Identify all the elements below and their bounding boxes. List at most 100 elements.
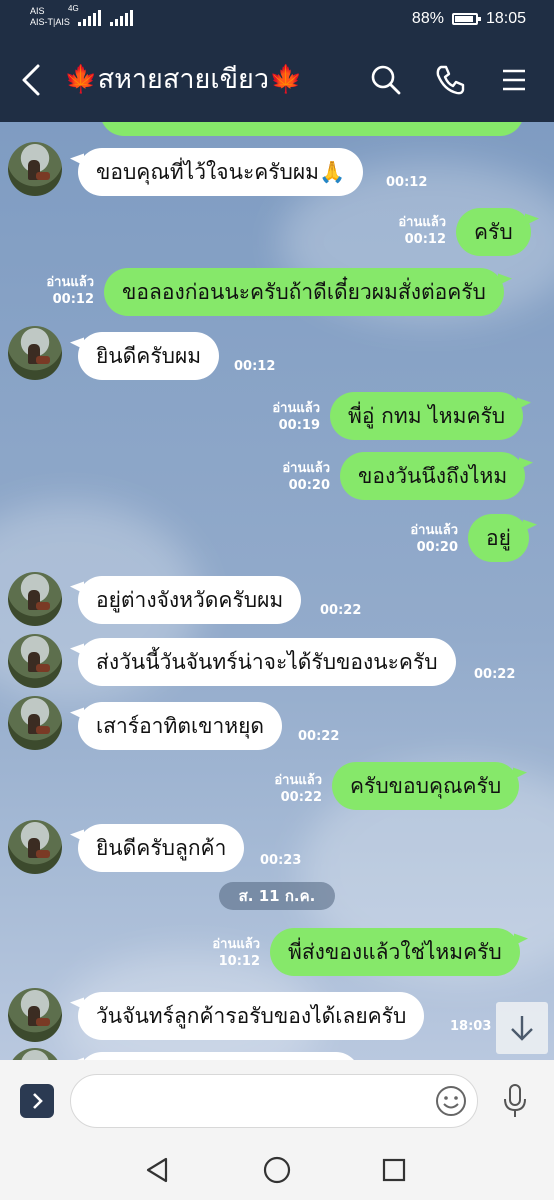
message-time: 00:22 xyxy=(298,729,340,744)
emoji-icon xyxy=(436,1086,466,1116)
message-text: ยินดีครับลูกค้า xyxy=(96,835,227,860)
status-bar: AIS AIS-T|AIS 4G 88% 18:05 xyxy=(0,0,554,40)
message-meta: อ่านแล้ว 00:20 xyxy=(396,522,458,556)
message-text: พี่อู่ กทม ไหมครับ xyxy=(348,403,506,428)
chat-title: 🍁สหายสายเขียว🍁 xyxy=(64,64,303,95)
clock: 18:05 xyxy=(485,10,526,27)
chevron-right-icon xyxy=(33,1093,43,1109)
avatar[interactable] xyxy=(8,988,62,1042)
expand-button[interactable] xyxy=(20,1084,54,1118)
message-bubble-in[interactable]: ยินดีครับผม xyxy=(78,332,220,380)
message-time: 00:23 xyxy=(260,853,302,868)
chat-header: 🍁สหายสายเขียว🍁 xyxy=(0,40,554,122)
message-time: 00:20 xyxy=(288,478,330,493)
carrier-1: AIS xyxy=(30,6,45,16)
message-text: ครับ xyxy=(474,219,513,244)
read-receipt: อ่านแล้ว xyxy=(274,773,322,788)
read-receipt: อ่านแล้ว xyxy=(272,401,320,416)
message-time: 00:22 xyxy=(280,790,322,805)
menu-button[interactable] xyxy=(496,62,532,98)
chat-area[interactable]: ขอบคุณที่ไว้ใจนะครับผม🙏 00:12 อ่านแล้ว 0… xyxy=(0,122,554,1060)
message-bubble-in[interactable]: วันจันทร์ลูกค้ารอรับของได้เลยครับ xyxy=(78,992,425,1040)
message-time: 18:03 xyxy=(450,1019,492,1034)
message-bubble-in[interactable]: เสาร์อาทิตเขาหยุด xyxy=(78,702,283,750)
nav-recents-button[interactable] xyxy=(376,1152,412,1188)
read-receipt: อ่านแล้ว xyxy=(282,461,330,476)
message-text: ของวันนึงถึงไหม xyxy=(358,463,508,488)
search-button[interactable] xyxy=(368,62,404,98)
phone-icon xyxy=(436,65,465,95)
avatar[interactable] xyxy=(8,634,62,688)
message-time: 00:12 xyxy=(52,292,94,307)
scroll-down-button[interactable] xyxy=(496,1002,548,1054)
battery-percent: 88% xyxy=(411,10,444,27)
message-bubble-out[interactable] xyxy=(100,122,524,136)
read-receipt: อ่านแล้ว xyxy=(212,937,260,952)
menu-icon xyxy=(503,69,525,91)
avatar[interactable] xyxy=(8,142,62,196)
signal-icon xyxy=(78,10,101,26)
carrier-2: AIS-T|AIS xyxy=(30,17,70,27)
message-bubble-in[interactable]: อยู่ต่างจังหวัดครับผม xyxy=(78,576,302,624)
nav-back-button[interactable] xyxy=(140,1152,176,1188)
mic-icon xyxy=(504,1084,526,1117)
avatar[interactable] xyxy=(8,820,62,874)
message-input[interactable] xyxy=(70,1074,478,1128)
message-meta: อ่านแล้ว 00:12 xyxy=(32,274,94,308)
message-time: 00:12 xyxy=(404,232,446,247)
message-time: 10:12 xyxy=(218,954,260,969)
message-meta: อ่านแล้ว 00:22 xyxy=(260,772,322,806)
arrow-down-icon xyxy=(511,1016,533,1041)
message-bubble-out[interactable]: อยู่ xyxy=(468,514,529,562)
back-button[interactable] xyxy=(14,60,50,100)
avatar[interactable] xyxy=(8,696,62,750)
message-text: ครับขอบคุณครับ xyxy=(350,773,502,798)
message-text: ยินดีครับผม xyxy=(96,343,202,368)
message-time: 00:22 xyxy=(474,667,516,682)
square-recents-icon xyxy=(382,1158,406,1182)
battery-icon xyxy=(451,13,481,25)
circle-home-icon xyxy=(263,1156,291,1184)
message-bubble-out[interactable]: พี่อู่ กทม ไหมครับ xyxy=(330,392,524,440)
signal-icon-2 xyxy=(110,10,133,26)
carrier-labels: AIS AIS-T|AIS xyxy=(30,6,70,28)
message-bubble-in[interactable]: ส่งวันนี้วันจันทร์น่าจะได้รับของนะครับ xyxy=(78,638,456,686)
message-time: 00:12 xyxy=(386,175,428,190)
mic-button[interactable] xyxy=(500,1082,530,1120)
message-bubble-in[interactable]: ขอบคุณที่ไว้ใจนะครับผม🙏 xyxy=(78,148,364,196)
avatar[interactable] xyxy=(8,572,62,626)
message-bubble-out[interactable]: พี่ส่งของแล้วใช่ไหมครับ xyxy=(270,928,520,976)
message-meta: อ่านแล้ว 00:20 xyxy=(268,460,330,494)
message-time: 00:20 xyxy=(416,540,458,555)
message-bubble-out[interactable]: ครับ xyxy=(456,208,531,256)
message-meta: อ่านแล้ว 00:12 xyxy=(384,214,446,248)
back-icon xyxy=(22,64,40,96)
message-text: ขอลองก่อนนะครับถ้าดีเดี๋ยวผมสั่งต่อครับ xyxy=(122,279,486,304)
date-separator: ส. 11 ก.ค. xyxy=(219,882,335,910)
message-meta: อ่านแล้ว 10:12 xyxy=(198,936,260,970)
message-time: 00:22 xyxy=(320,603,362,618)
message-text: พี่ส่งของแล้วใช่ไหมครับ xyxy=(288,939,502,964)
read-receipt: อ่านแล้ว xyxy=(398,215,446,230)
read-receipt: อ่านแล้ว xyxy=(46,275,94,290)
message-text: ขอบคุณที่ไว้ใจนะครับผม🙏 xyxy=(96,159,346,184)
nav-home-button[interactable] xyxy=(259,1152,295,1188)
status-right: 88% 18:05 xyxy=(412,10,526,28)
message-text: ส่งวันนี้วันจันทร์น่าจะได้รับของนะครับ xyxy=(96,649,438,674)
message-bubble-in[interactable]: ยินดีครับลูกค้า xyxy=(78,824,245,872)
message-bubble-out[interactable]: ของวันนึงถึงไหม xyxy=(340,452,526,500)
message-bubble-in[interactable] xyxy=(78,1052,360,1060)
avatar[interactable] xyxy=(8,326,62,380)
search-icon xyxy=(371,65,401,95)
triangle-back-icon xyxy=(146,1157,168,1183)
message-bubble-out[interactable]: ครับขอบคุณครับ xyxy=(332,762,520,810)
emoji-button[interactable] xyxy=(434,1084,468,1118)
read-receipt: อ่านแล้ว xyxy=(410,523,458,538)
message-time: 00:19 xyxy=(278,418,320,433)
message-bubble-out[interactable]: ขอลองก่อนนะครับถ้าดีเดี๋ยวผมสั่งต่อครับ xyxy=(104,268,504,316)
message-text: อยู่ต่างจังหวัดครับผม xyxy=(96,587,284,612)
message-meta: อ่านแล้ว 00:19 xyxy=(258,400,320,434)
avatar[interactable] xyxy=(8,1048,62,1060)
message-text: อยู่ xyxy=(486,525,511,550)
call-button[interactable] xyxy=(432,62,468,98)
